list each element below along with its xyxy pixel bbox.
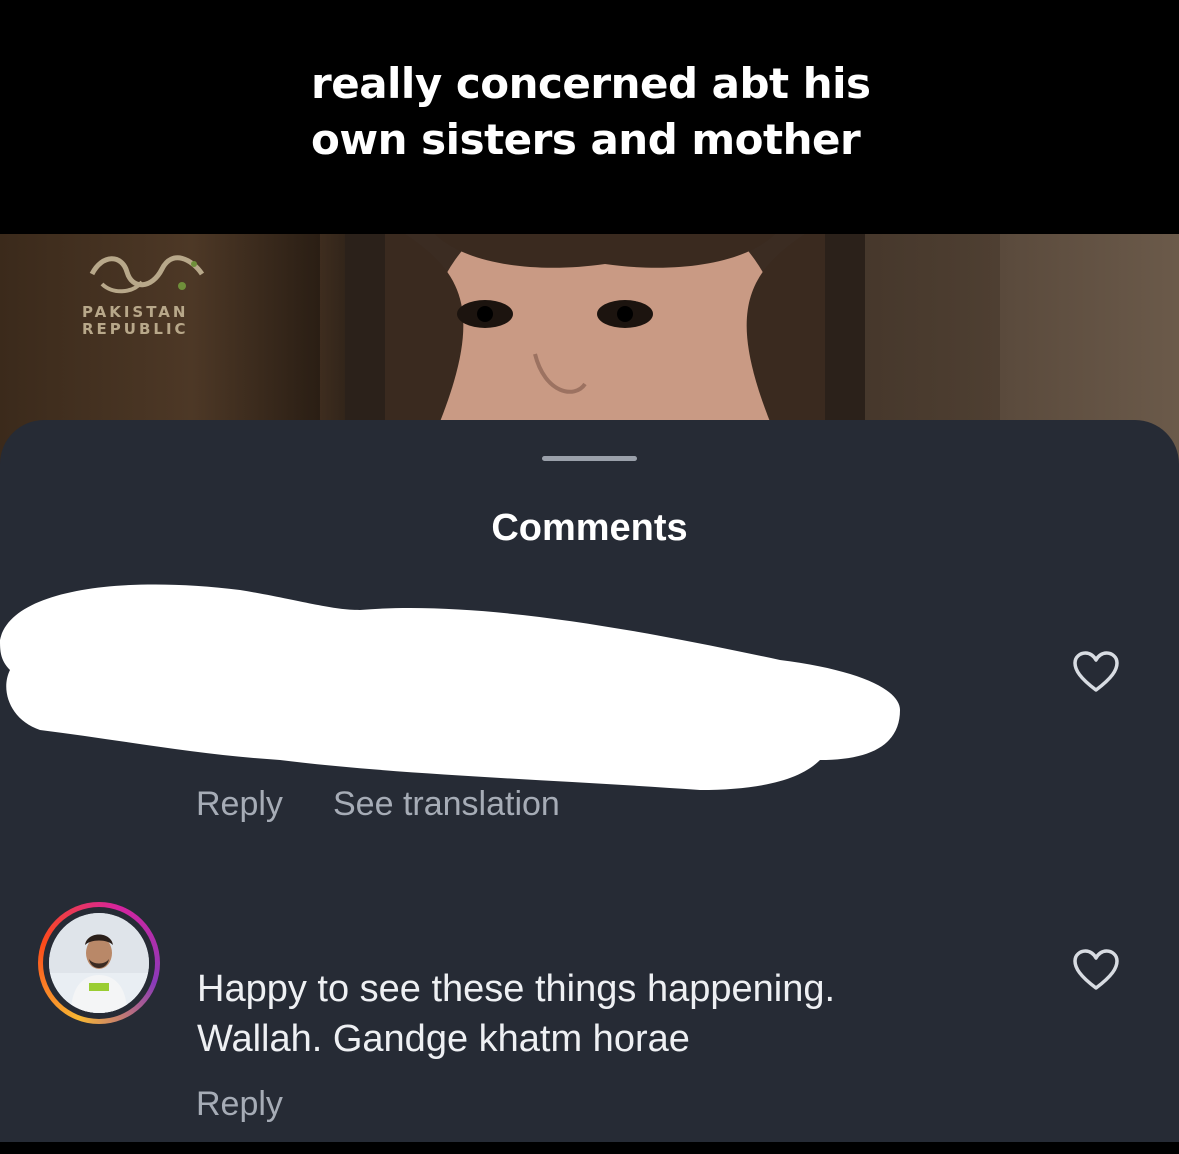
sheet-grabber-handle[interactable]: [542, 456, 637, 461]
comment-line-1: Happy to see these things happening.: [197, 968, 836, 1010]
redaction-scribble: [0, 584, 900, 790]
comments-sheet: Comments Reply See translation Happy to …: [0, 420, 1179, 1142]
avatar[interactable]: [38, 902, 160, 1024]
heart-outline-icon[interactable]: [1072, 948, 1120, 992]
sheet-title: Comments: [491, 507, 688, 549]
logo-line-2: REPUBLIC: [82, 320, 189, 338]
logo-text: PAKISTAN REPUBLIC: [82, 304, 189, 338]
caption-line-2: own sisters and mother: [311, 115, 861, 164]
calligraphy-logo-icon: [89, 255, 205, 294]
reply-button[interactable]: Reply: [196, 1084, 283, 1124]
meme-caption: really concerned abt his own sisters and…: [311, 56, 931, 168]
person-icon: [49, 913, 149, 1013]
comment-text: Happy to see these things happening. Wal…: [197, 964, 835, 1064]
avatar-ring-gap: [43, 907, 155, 1019]
heart-outline-icon[interactable]: [1072, 650, 1120, 694]
avatar-photo: [49, 913, 149, 1013]
see-translation-button[interactable]: See translation: [333, 784, 560, 824]
reply-button[interactable]: Reply: [196, 784, 283, 824]
logo-line-1: PAKISTAN: [82, 303, 189, 321]
caption-bar: really concerned abt his own sisters and…: [0, 0, 1179, 234]
comment-line-2: Wallah. Gandge khatm horae: [197, 1018, 690, 1060]
bottom-border: [0, 1142, 1179, 1154]
caption-line-1: really concerned abt his: [311, 59, 871, 108]
